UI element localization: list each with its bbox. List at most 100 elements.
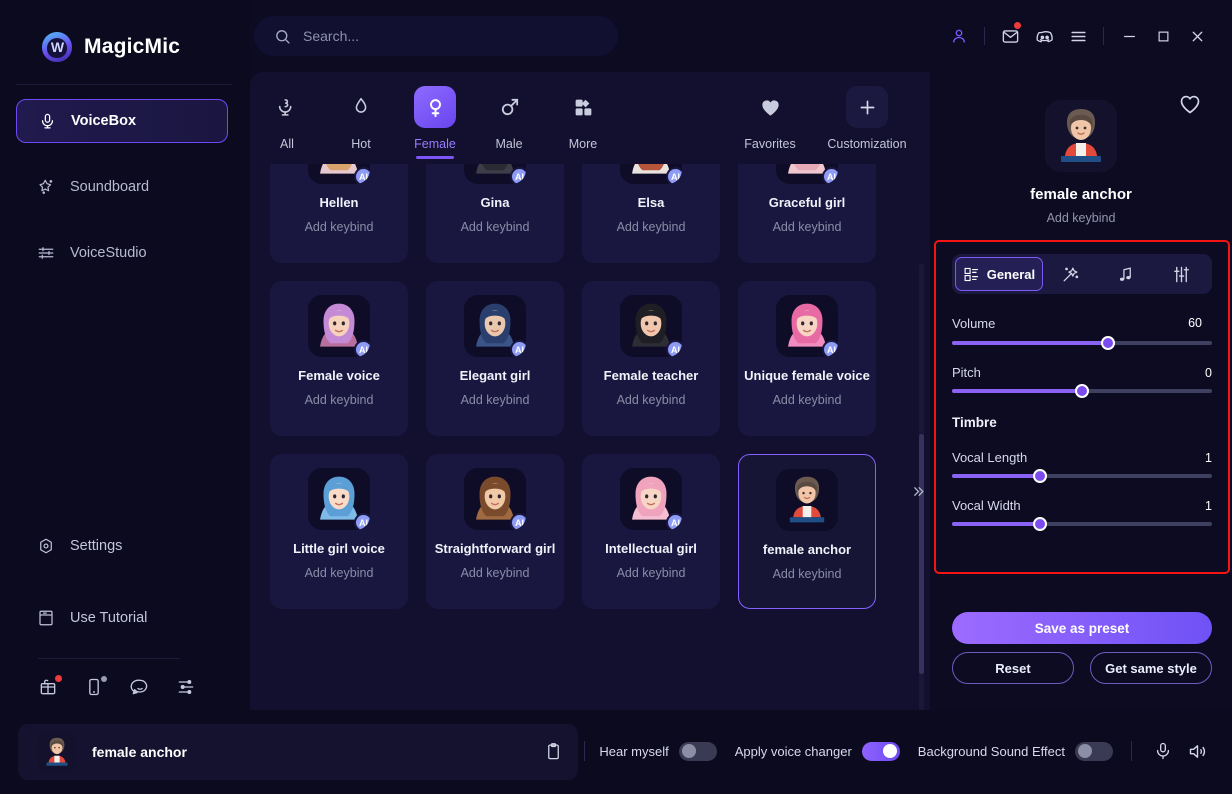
- voice-card-name: Intellectual girl: [605, 541, 697, 556]
- sidebar-item-settings[interactable]: Settings: [16, 524, 228, 568]
- slider-label: Volume: [952, 315, 996, 331]
- slider-knob[interactable]: [1101, 336, 1115, 350]
- voice-card-name: Female teacher: [603, 368, 699, 383]
- tab-hot[interactable]: Hot: [324, 86, 398, 151]
- segment-sliders[interactable]: [1154, 257, 1209, 291]
- background-sound-toggle[interactable]: [1075, 741, 1113, 761]
- tab-label: Male: [495, 137, 523, 151]
- detail-button-row: Reset Get same style: [952, 652, 1212, 684]
- sidebar-bottom-nav: Settings Use Tutorial: [0, 524, 250, 699]
- slider-value: 1: [1205, 450, 1212, 465]
- hear-myself-toggle[interactable]: [678, 741, 717, 761]
- voice-card-keybind[interactable]: Add keybind: [617, 220, 686, 234]
- voice-card[interactable]: AI Elegant girl Add keybind: [426, 281, 564, 436]
- sidebar-item-voicestudio[interactable]: VoiceStudio: [16, 231, 228, 275]
- magic-star-icon: [36, 177, 56, 197]
- book-icon: [36, 608, 56, 628]
- mobile-device-icon[interactable]: [84, 676, 107, 699]
- tab-all[interactable]: All: [250, 86, 324, 151]
- apply-voice-changer-toggle[interactable]: [861, 741, 900, 761]
- share-icon[interactable]: [176, 677, 198, 699]
- segment-effects[interactable]: [1043, 257, 1098, 291]
- heart-outline-icon[interactable]: [1178, 92, 1202, 116]
- hamburger-menu-icon[interactable]: [1061, 22, 1095, 50]
- male-gender-icon: [488, 86, 530, 128]
- tab-favorites[interactable]: Favorites: [726, 86, 814, 151]
- avatar: AI: [620, 468, 682, 530]
- voice-card-keybind[interactable]: Add keybind: [305, 566, 374, 580]
- voice-card[interactable]: female anchor Add keybind: [738, 454, 876, 609]
- voice-grid-scroll[interactable]: AI Hellen Add keybind AI Gina Add keybind AI…: [250, 164, 930, 710]
- voice-card-keybind[interactable]: Add keybind: [305, 220, 374, 234]
- voice-card[interactable]: AI Intellectual girl Add keybind: [582, 454, 720, 609]
- microphone-icon: [37, 111, 57, 131]
- voice-card-keybind[interactable]: Add keybind: [617, 566, 686, 580]
- reset-button[interactable]: Reset: [952, 652, 1074, 684]
- slider-track[interactable]: [952, 469, 1212, 483]
- slider-track[interactable]: [952, 336, 1212, 350]
- voice-card[interactable]: AI Elsa Add keybind: [582, 164, 720, 263]
- slider-knob[interactable]: [1033, 469, 1048, 483]
- voice-card[interactable]: AI Graceful girl Add keybind: [738, 164, 876, 263]
- microphone-icon[interactable]: [1146, 738, 1180, 764]
- voice-card[interactable]: AI Female voice Add keybind: [270, 281, 408, 436]
- avatar: AI: [464, 164, 526, 184]
- ai-badge: AI: [354, 167, 370, 184]
- maximize-icon[interactable]: [1146, 22, 1180, 50]
- detail-voice-name: female anchor: [1030, 186, 1132, 203]
- speaker-icon[interactable]: [1180, 738, 1214, 764]
- voice-card-keybind[interactable]: Add keybind: [461, 566, 530, 580]
- background-sound-label: Background Sound Effect: [917, 743, 1065, 759]
- voice-card[interactable]: AI Straightforward girl Add keybind: [426, 454, 564, 609]
- chat-bubble-icon[interactable]: [130, 677, 152, 699]
- voice-card-name: Gina: [480, 195, 510, 210]
- sidebar-item-soundboard[interactable]: Soundboard: [16, 165, 228, 209]
- sidebar-item-voicebox[interactable]: VoiceBox: [16, 99, 228, 143]
- voice-card[interactable]: AI Hellen Add keybind: [270, 164, 408, 263]
- voice-card-keybind[interactable]: Add keybind: [773, 567, 842, 581]
- slider-knob[interactable]: [1075, 384, 1089, 398]
- collapse-panel-button[interactable]: [908, 470, 928, 512]
- voice-card-keybind[interactable]: Add keybind: [461, 393, 530, 407]
- discord-icon[interactable]: [1027, 22, 1061, 50]
- voice-card-keybind[interactable]: Add keybind: [305, 393, 374, 407]
- tab-male[interactable]: Male: [472, 86, 546, 151]
- voice-card[interactable]: AI Little girl voice Add keybind: [270, 454, 408, 609]
- tab-female[interactable]: Female: [398, 86, 472, 159]
- get-same-style-button[interactable]: Get same style: [1090, 652, 1212, 684]
- slider-value: 1: [1205, 498, 1212, 513]
- search-input[interactable]: Search...: [254, 16, 618, 56]
- save-as-preset-button[interactable]: Save as preset: [952, 612, 1212, 644]
- voice-card[interactable]: AI Female teacher Add keybind: [582, 281, 720, 436]
- ai-badge: AI: [510, 340, 526, 357]
- voice-card-keybind[interactable]: Add keybind: [617, 393, 686, 407]
- slider-track[interactable]: [952, 517, 1212, 531]
- slider-track[interactable]: [952, 384, 1212, 398]
- slider-value: 60: [1178, 314, 1212, 332]
- user-icon[interactable]: [942, 22, 976, 50]
- tab-label: Female: [414, 137, 456, 151]
- tab-customization[interactable]: Customization: [814, 86, 920, 151]
- voice-card[interactable]: AI Gina Add keybind: [426, 164, 564, 263]
- voice-card-keybind[interactable]: Add keybind: [773, 220, 842, 234]
- sidebar-item-use-tutorial[interactable]: Use Tutorial: [16, 596, 228, 640]
- mail-icon[interactable]: [993, 22, 1027, 50]
- timbre-sliders: Vocal Length 1 Vocal Width 1: [952, 450, 1212, 531]
- detail-keybind[interactable]: Add keybind: [1047, 211, 1116, 225]
- tab-label: Favorites: [744, 137, 796, 151]
- close-icon[interactable]: [1180, 22, 1214, 50]
- voice-card-keybind[interactable]: Add keybind: [773, 393, 842, 407]
- segment-general[interactable]: General: [955, 257, 1043, 291]
- divider: [584, 741, 586, 761]
- female-gender-icon: [414, 86, 456, 128]
- tab-more[interactable]: More: [546, 86, 620, 151]
- gift-box-icon[interactable]: [38, 675, 62, 699]
- minimize-icon[interactable]: [1112, 22, 1146, 50]
- slider-knob[interactable]: [1033, 517, 1048, 531]
- current-voice-card[interactable]: female anchor: [18, 724, 578, 780]
- clipboard-icon[interactable]: [536, 738, 570, 764]
- voice-card-keybind[interactable]: Add keybind: [461, 220, 530, 234]
- topbar: Search...: [250, 0, 1232, 72]
- voice-card[interactable]: AI Unique female voice Add keybind: [738, 281, 876, 436]
- segment-music[interactable]: [1098, 257, 1153, 291]
